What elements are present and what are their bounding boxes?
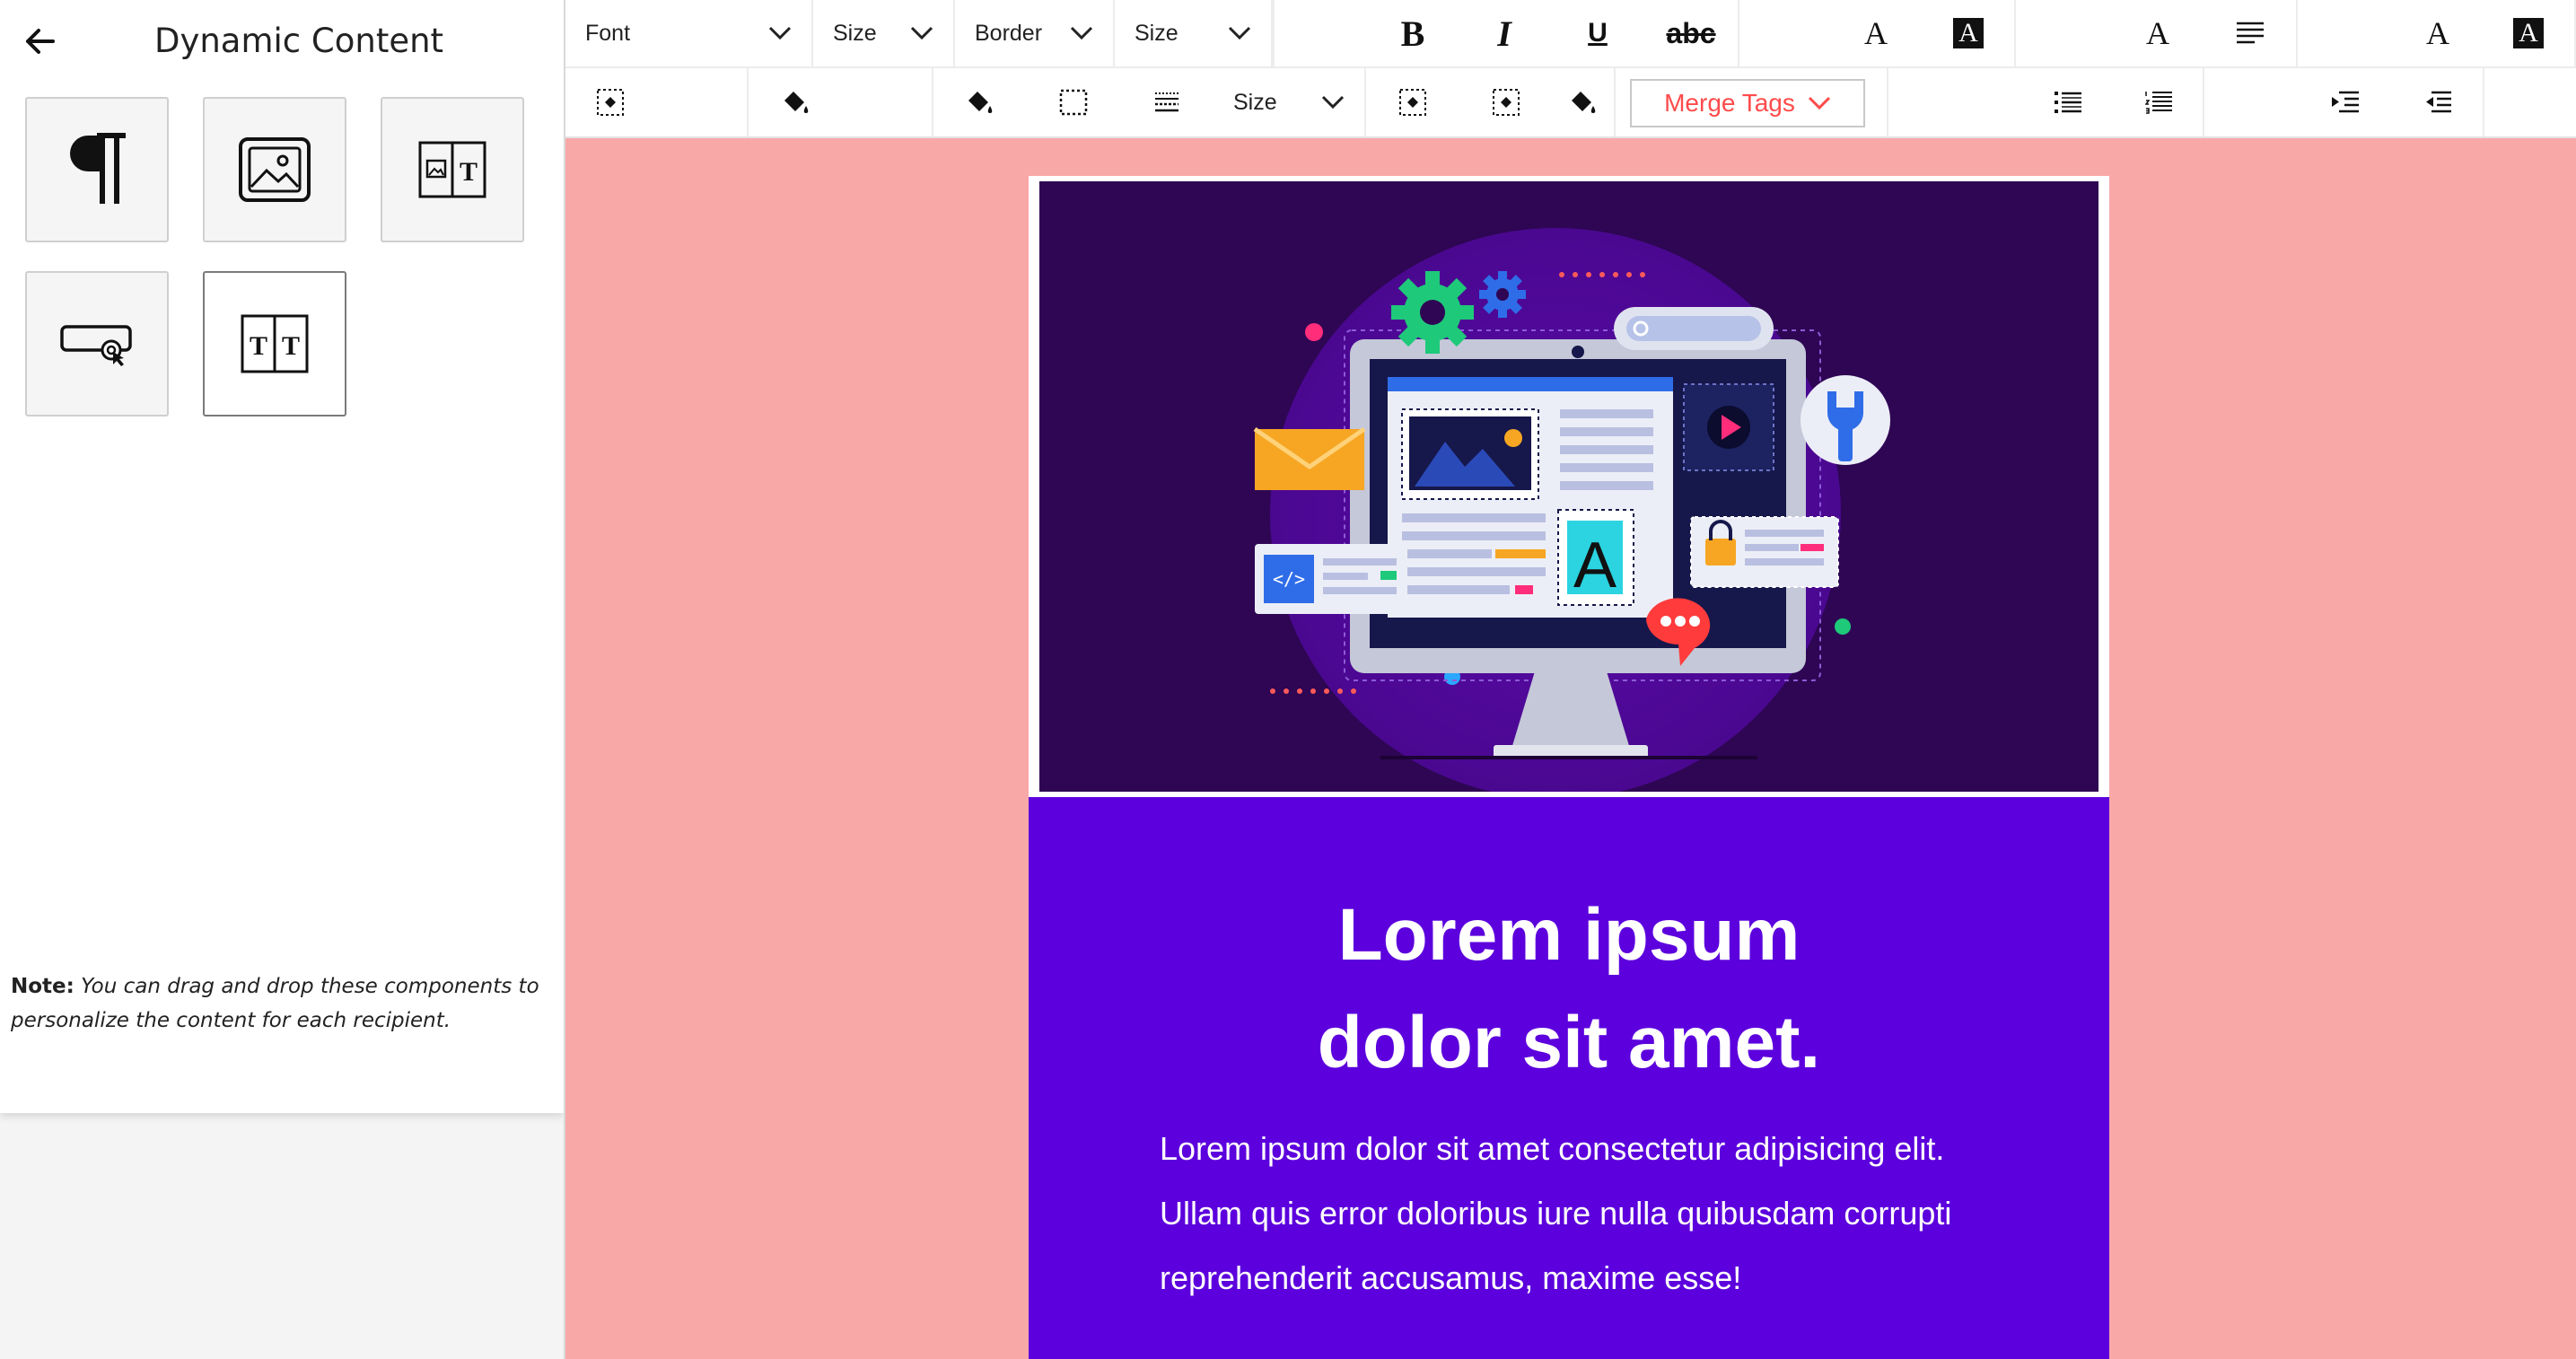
r2-size-dropdown-label: Size [1233,89,1277,115]
button-block-tile[interactable] [25,271,169,416]
merge-tags-label: Merge Tags [1664,89,1795,117]
chevron-down-icon [1228,26,1251,40]
svg-text:</>: </> [1273,568,1305,590]
numbered-list-icon [2145,92,2172,114]
font-dropdown-label: Font [585,20,631,46]
tb-r2-spacer-3 [2204,68,2298,136]
border-width-button[interactable] [1120,68,1214,136]
sidebar-header: Dynamic Content [0,0,564,81]
indent-button[interactable] [2298,68,2391,136]
numbered-list-button[interactable] [2115,68,2204,136]
dynamic-content-sidebar: Dynamic Content T T T Note: You can drag… [0,0,564,1113]
paint-bucket-icon [1572,92,1596,113]
fill-color-button-2[interactable] [933,68,1027,136]
bullet-list-icon [2055,92,2081,113]
tb-r2-spacer-1 [655,68,749,136]
select-block-button-3[interactable] [1459,68,1553,136]
svg-text:T: T [282,331,300,361]
select-block-button-2[interactable] [1366,68,1459,136]
font-dropdown[interactable]: Font [565,0,813,66]
dashed-select-icon [1399,89,1426,116]
border-size-dropdown-label: Size [1135,20,1178,46]
tb-spacer-3 [2016,0,2111,66]
tb-spacer [1273,0,1368,66]
paragraph-block-tile[interactable] [25,97,169,242]
headline-line-2: dolor sit amet. [1317,1002,1821,1083]
sidebar-note: Note: You can drag and drop these compon… [11,969,549,1038]
image-text-block-tile[interactable]: T [381,97,524,242]
underline-button[interactable]: U [1551,0,1644,66]
hero-image-block[interactable]: A </> [1029,176,2109,797]
text-color-button-2[interactable]: A [2393,0,2483,66]
italic-button[interactable]: I [1458,0,1551,66]
sidebar-title: Dynamic Content [153,22,444,60]
size-dropdown-label: Size [833,20,877,46]
align-justify-button[interactable] [2204,0,2298,66]
chevron-down-icon [768,26,792,40]
email-body-text[interactable]: Lorem ipsum dolor sit amet consectetur a… [1160,1117,2003,1311]
headline-line-1: Lorem ipsum [1337,894,1801,976]
email-headline[interactable]: Lorem ipsum dolor sit amet. [1029,881,2109,1097]
hero-illustration: A </> [1039,181,2098,792]
dashed-border-icon [1059,89,1088,116]
paint-bucket-icon [968,92,993,113]
toolbar-row-2: Size Merge Tags [565,68,2576,138]
r2-size-dropdown[interactable]: Size [1214,68,1366,136]
align-justify-icon [2237,22,2264,44]
border-dropdown[interactable]: Border [955,0,1115,66]
strikethrough-button[interactable]: abc [1644,0,1739,66]
outdent-icon [2426,91,2451,113]
indent-icon [2332,91,2359,113]
dashed-select-icon [1493,89,1520,116]
bulleted-list-button[interactable] [2021,68,2115,136]
email-template: A </> Lorem ipsum dolor sit amet. Lorem … [1029,176,2109,1359]
note-text: You can drag and drop these components t… [11,975,539,1032]
chevron-down-icon [1070,26,1093,40]
tb-r2-spacer-2 [844,68,933,136]
background-color-button[interactable]: A [1923,0,2016,66]
hero-letter: A [1573,530,1617,601]
tb-spacer-2 [1739,0,1829,66]
chevron-down-icon [1808,96,1830,110]
paint-bucket-icon [784,92,809,113]
web-development-illustration-icon: A </> [1039,181,2098,792]
background-color-button-2[interactable]: A [2483,0,2576,66]
text-color-button[interactable]: A [2111,0,2204,66]
svg-text:T: T [250,331,267,361]
border-size-dropdown[interactable]: Size [1115,0,1273,66]
dashed-select-icon [597,89,624,116]
chevron-down-icon [910,26,933,40]
line-weight-icon [1155,92,1178,112]
fill-color-button-3[interactable] [1553,68,1616,136]
select-block-button[interactable] [565,68,655,136]
note-label: Note: [11,975,74,998]
image-block-tile[interactable] [203,97,346,242]
highlight-a-icon: A [1953,18,1984,48]
font-color-button[interactable]: A [1829,0,1923,66]
border-dropdown-label: Border [975,20,1043,46]
svg-text:T: T [460,157,478,187]
two-column-text-icon: T T [241,314,309,373]
bold-button[interactable]: B [1368,0,1458,66]
size-dropdown[interactable]: Size [813,0,955,66]
tb-r2-divider [1887,68,1888,136]
merge-tags-dropdown[interactable]: Merge Tags [1630,79,1865,127]
tb-spacer-4 [2298,0,2393,66]
outdent-button[interactable] [2391,68,2484,136]
fill-color-button[interactable] [749,68,844,136]
editor-toolbar: Font Size Border Size B I U abc A A A A … [565,0,2576,138]
image-icon [239,137,311,202]
paragraph-icon [70,133,126,204]
toolbar-row-1: Font Size Border Size B I U abc A A A A … [565,0,2576,68]
two-column-text-block-tile[interactable]: T T [203,271,346,416]
button-click-icon [60,325,132,366]
border-style-button[interactable] [1027,68,1120,136]
image-text-icon: T [418,141,486,198]
chevron-down-icon [1321,95,1345,110]
highlight-a-icon: A [2513,18,2544,48]
